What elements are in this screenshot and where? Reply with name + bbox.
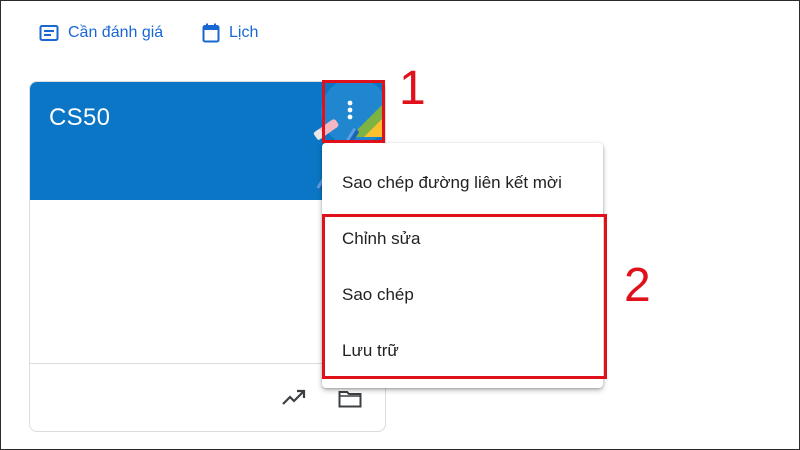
to-review-label: Cần đánh giá bbox=[68, 24, 164, 41]
menu-item-copy-invite-link[interactable]: Sao chép đường liên kết mời bbox=[322, 155, 603, 211]
calendar-icon bbox=[202, 23, 220, 43]
trending-up-icon[interactable] bbox=[282, 388, 306, 406]
menu-item-edit[interactable]: Chỉnh sửa bbox=[322, 211, 603, 267]
to-review-link[interactable]: Cần đánh giá bbox=[39, 22, 163, 44]
callout-number-1: 1 bbox=[399, 62, 426, 115]
class-options-menu: Sao chép đường liên kết mời Chỉnh sửa Sa… bbox=[322, 143, 603, 388]
more-vert-icon bbox=[347, 100, 353, 120]
callout-number-2: 2 bbox=[624, 259, 651, 312]
assignment-icon bbox=[39, 25, 59, 41]
folder-icon[interactable] bbox=[338, 389, 362, 408]
calendar-link[interactable]: Lịch bbox=[202, 22, 258, 44]
calendar-label: Lịch bbox=[229, 24, 259, 41]
class-title[interactable]: CS50 bbox=[49, 104, 110, 132]
class-options-button[interactable] bbox=[326, 84, 374, 136]
menu-item-archive[interactable]: Lưu trữ bbox=[322, 323, 603, 379]
menu-item-copy[interactable]: Sao chép bbox=[322, 267, 603, 323]
